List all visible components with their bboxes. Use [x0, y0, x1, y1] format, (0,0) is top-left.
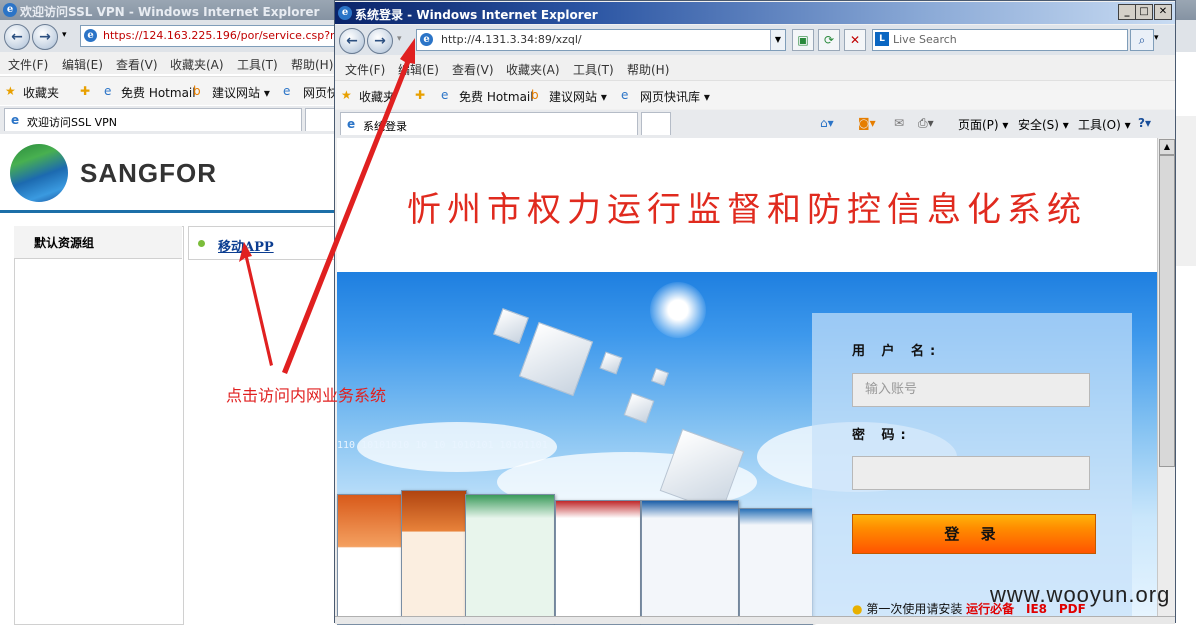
annotation-arrows	[239, 38, 415, 374]
annotation-arrow-to-url	[282, 38, 415, 374]
annotation-text: 点击访问内网业务系统	[226, 386, 387, 405]
watermark: www.wooyun.org	[990, 582, 1171, 607]
annotation-arrow-to-app	[239, 242, 273, 366]
